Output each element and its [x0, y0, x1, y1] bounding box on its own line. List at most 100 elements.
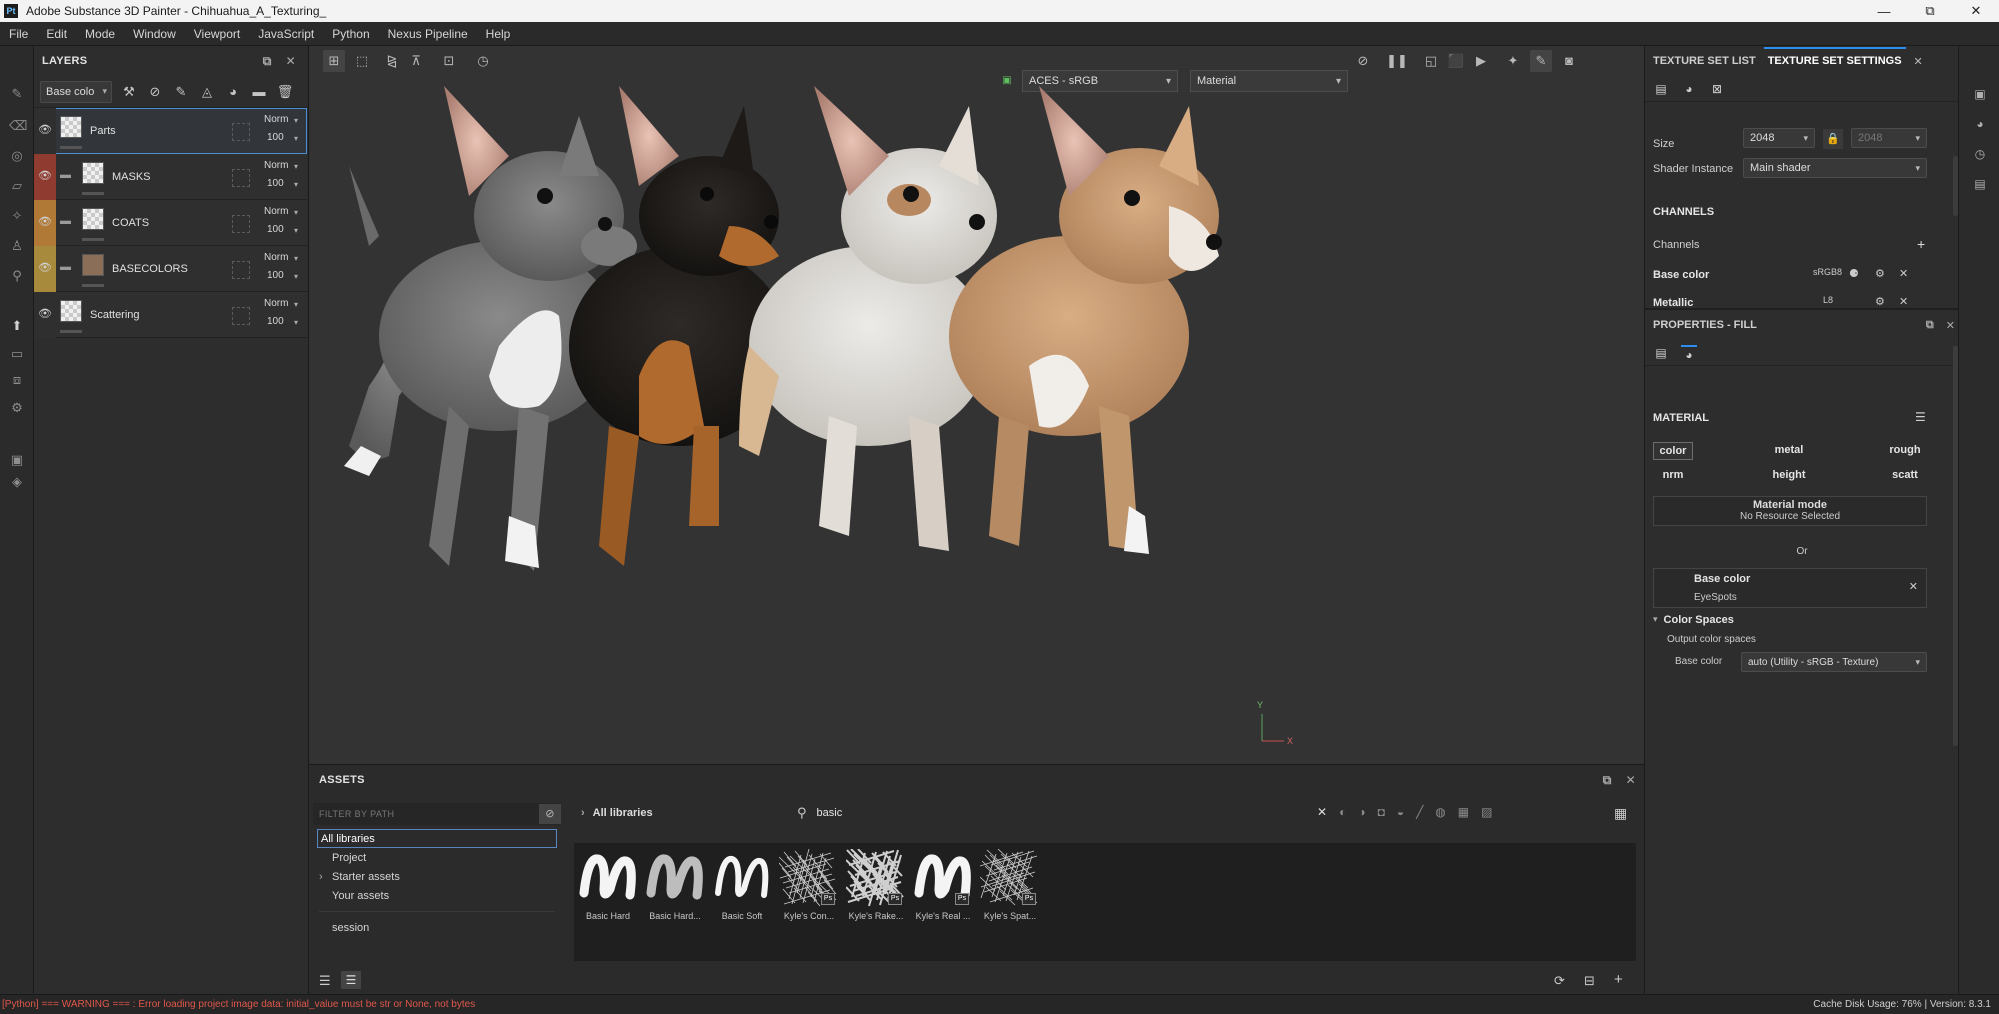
- close-panel-icon[interactable]: ✕: [1946, 319, 1955, 332]
- history-icon[interactable]: ◷: [1972, 146, 1988, 162]
- camera-tool-icon[interactable]: ◈: [9, 474, 25, 490]
- filter-environment-icon[interactable]: ▨: [1481, 805, 1492, 819]
- measure-icon[interactable]: ▭: [9, 346, 25, 362]
- tree-item-all-libraries[interactable]: All libraries: [317, 829, 557, 848]
- viewport-3d[interactable]: ⊞ ⬚ ⧎ ⊼ ⊡ ◷ ⊘ ❚❚ ◱ ⬛ ▶ ✦ ✎ ◙ ▣ ACES - sR…: [309, 46, 1644, 764]
- chip-rough[interactable]: rough: [1883, 442, 1927, 460]
- channel-format[interactable]: sRGB8: [1813, 267, 1842, 277]
- tab-texture-set-list[interactable]: TEXTURE SET LIST: [1653, 55, 1756, 67]
- list-view-icon[interactable]: ☰: [319, 973, 331, 989]
- visibility-eye-icon[interactable]: 👁: [38, 307, 52, 321]
- base-color-space-select[interactable]: auto (Utility - sRGB - Texture) ▾: [1741, 652, 1927, 672]
- material-options-icon[interactable]: ☰: [1915, 410, 1926, 424]
- display-settings-icon[interactable]: ▣: [1972, 86, 1988, 102]
- uv-tiles-icon[interactable]: ⊠: [1709, 81, 1725, 97]
- search-input[interactable]: basic: [817, 807, 843, 819]
- uv-icon[interactable]: ⧈: [9, 372, 25, 388]
- chip-height[interactable]: height: [1765, 467, 1813, 485]
- close-panel-icon[interactable]: ✕: [286, 54, 296, 69]
- size-select[interactable]: 2048 ▾: [1743, 128, 1815, 148]
- picker-icon[interactable]: ⚲: [9, 268, 25, 284]
- channel-format[interactable]: L8: [1823, 295, 1833, 305]
- mask-slot[interactable]: [232, 307, 250, 325]
- filter-material-icon[interactable]: ◐: [1339, 805, 1346, 819]
- layer-name[interactable]: Scattering: [90, 309, 140, 321]
- add-paint-layer-icon[interactable]: ✎: [172, 83, 190, 101]
- maximize-button[interactable]: ⧉: [1907, 0, 1953, 22]
- eraser-icon[interactable]: ⌫: [9, 118, 27, 134]
- base-color-resource-box[interactable]: Base color EyeSpots ✕: [1653, 568, 1927, 608]
- remove-channel-icon[interactable]: ✕: [1899, 267, 1908, 280]
- asset-tile[interactable]: Basic Hard...: [645, 849, 705, 921]
- filter-by-path-input[interactable]: FILTER BY PATH ⊘: [313, 803, 561, 825]
- blend-mode[interactable]: Norm: [264, 160, 288, 171]
- undock-icon[interactable]: ⧉: [263, 54, 272, 69]
- blend-mode[interactable]: Norm: [264, 252, 288, 263]
- layer-name[interactable]: COATS: [112, 217, 149, 229]
- menu-javascript[interactable]: JavaScript: [249, 27, 323, 41]
- grid-layout-icon[interactable]: ▦: [1614, 805, 1627, 822]
- remove-channel-icon[interactable]: ✕: [1899, 295, 1908, 308]
- minimize-button[interactable]: —: [1861, 0, 1907, 22]
- asset-tile[interactable]: Ps Kyle's Real ...: [913, 849, 973, 921]
- layer-row[interactable]: 👁 Scattering Norm ▾ 100 ▾: [34, 292, 307, 338]
- color-profile-icon[interactable]: ⚈: [1849, 267, 1859, 280]
- menu-nexus-pipeline[interactable]: Nexus Pipeline: [379, 27, 477, 41]
- mask-slot[interactable]: [232, 169, 250, 187]
- menu-help[interactable]: Help: [477, 27, 520, 41]
- visibility-eye-icon[interactable]: 👁: [38, 123, 52, 137]
- refresh-icon[interactable]: ⟳: [1554, 973, 1565, 989]
- asset-tile[interactable]: Basic Hard: [578, 849, 638, 921]
- add-asset-icon[interactable]: +: [1614, 971, 1623, 988]
- visibility-eye-icon[interactable]: 👁: [38, 261, 52, 275]
- channel-select[interactable]: Base colo ▾: [40, 80, 112, 103]
- menu-mode[interactable]: Mode: [76, 27, 124, 41]
- color-spaces-section[interactable]: ▾ Color Spaces: [1653, 614, 1734, 626]
- tree-item-your-assets[interactable]: Your assets: [313, 886, 561, 905]
- lock-icon[interactable]: 🔒: [1823, 129, 1843, 149]
- delete-layer-icon[interactable]: 🗑: [276, 83, 294, 101]
- tree-item-session[interactable]: session: [313, 918, 561, 937]
- smudge-icon[interactable]: ✧: [9, 208, 25, 224]
- mask-slot[interactable]: [232, 215, 250, 233]
- opacity-value[interactable]: 100: [267, 178, 284, 189]
- bake-icon[interactable]: ⬆: [9, 318, 25, 334]
- gear-icon[interactable]: ⚙: [1875, 295, 1885, 308]
- tree-item-starter-assets[interactable]: › Starter assets: [313, 867, 561, 886]
- filter-filter-icon[interactable]: ◒: [1397, 805, 1404, 819]
- chip-color[interactable]: color: [1653, 442, 1693, 460]
- opacity-value[interactable]: 100: [267, 270, 284, 281]
- layer-name[interactable]: MASKS: [112, 171, 151, 183]
- add-fill-layer-icon[interactable]: ◬: [198, 83, 216, 101]
- add-folder-icon[interactable]: ▬: [250, 83, 268, 101]
- chip-metal[interactable]: metal: [1765, 442, 1813, 460]
- menu-python[interactable]: Python: [323, 27, 378, 41]
- filter-smart-material-icon[interactable]: ◑: [1358, 805, 1365, 819]
- python-warning[interactable]: [Python] === WARNING === : Error loading…: [0, 999, 475, 1010]
- chip-scatt[interactable]: scatt: [1883, 467, 1927, 485]
- asset-tile[interactable]: Ps Kyle's Con...: [778, 848, 839, 921]
- blend-mode[interactable]: Norm: [264, 114, 288, 125]
- menu-edit[interactable]: Edit: [37, 27, 76, 41]
- filter-texture-icon[interactable]: ◘: [1378, 805, 1385, 819]
- undock-icon[interactable]: ⧉: [1603, 773, 1612, 788]
- tree-item-project[interactable]: Project: [313, 848, 561, 867]
- opacity-value[interactable]: 100: [267, 132, 284, 143]
- hide-filter-icon[interactable]: ⊘: [539, 804, 561, 824]
- asset-tile[interactable]: Ps Kyle's Spat...: [979, 848, 1040, 921]
- layer-row[interactable]: 👁 ▬ MASKS Norm ▾ 100 ▾: [34, 154, 307, 200]
- remove-resource-icon[interactable]: ✕: [1909, 580, 1918, 593]
- breadcrumb[interactable]: › All libraries: [581, 807, 653, 819]
- annotation-icon[interactable]: ⚙: [9, 400, 25, 416]
- layer-row[interactable]: 👁 ▬ COATS Norm ▾ 100 ▾: [34, 200, 307, 246]
- filter-alpha-icon[interactable]: ◍: [1435, 805, 1445, 819]
- export-icon[interactable]: ▣: [9, 452, 25, 468]
- shader-icon[interactable]: ◕: [1681, 81, 1697, 97]
- shader-instance-select[interactable]: Main shader ▾: [1743, 158, 1927, 178]
- undock-icon[interactable]: ⧉: [1926, 319, 1934, 332]
- clone-icon[interactable]: ♙: [9, 238, 25, 254]
- opacity-value[interactable]: 100: [267, 224, 284, 235]
- projection-icon[interactable]: ◎: [9, 148, 25, 164]
- layer-name[interactable]: Parts: [90, 125, 116, 137]
- layer-row[interactable]: 👁 Parts Norm ▾ 100 ▾: [34, 108, 307, 154]
